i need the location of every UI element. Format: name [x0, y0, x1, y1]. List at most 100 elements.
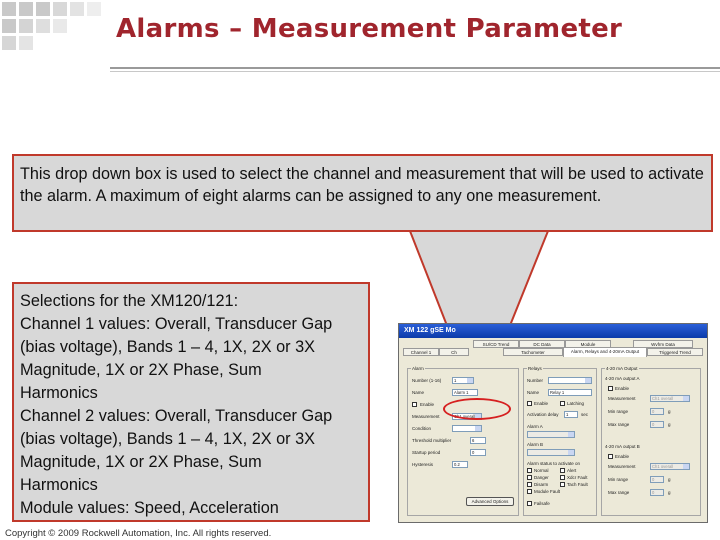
threshold-input[interactable]: 6	[470, 437, 486, 444]
relays-panel: Relays Number Name Relay 1 Enable Latchi…	[523, 366, 597, 516]
activation-delay-unit: sec	[581, 412, 589, 417]
status-danger-checkbox[interactable]	[527, 475, 532, 480]
threshold-label: Threshold multiplier	[412, 438, 452, 443]
failsafe-checkbox[interactable]	[527, 501, 532, 506]
output-panel: 4-20 mA Output 4-20 mA output A Enable M…	[601, 366, 701, 516]
alarm-b-select[interactable]	[527, 449, 575, 456]
alarm-enable-checkbox[interactable]	[412, 402, 417, 407]
output-b-min-range-input[interactable]: 0	[650, 476, 664, 483]
output-b-max-range-input[interactable]: 0	[650, 489, 664, 496]
latching-checkbox[interactable]	[560, 401, 565, 406]
output-a-min-unit: g	[668, 409, 671, 414]
output-a-measurement-label: Measurement	[608, 396, 636, 401]
failsafe-label: Failsafe	[534, 501, 550, 506]
condition-label: Condition	[412, 426, 432, 431]
output-b-min-unit: g	[668, 477, 671, 482]
output-a-max-range-label: Max range	[608, 422, 630, 427]
selections-line: Channel 1 values: Overall, Transducer Ga…	[20, 315, 333, 333]
status-disarm-label: Disarm	[534, 482, 549, 487]
selections-line: Selections for the XM120/121:	[20, 292, 239, 310]
alarm-number-label: Number (1-16)	[412, 378, 442, 383]
status-tach-fault-label: Tach Fault	[567, 482, 588, 487]
callout-selections: Selections for the XM120/121: Channel 1 …	[12, 282, 370, 522]
advanced-options-button[interactable]: Advanced Options	[466, 497, 514, 506]
selections-line: (bias voltage), Bands 1 – 4, 1X, 2X or 3…	[20, 430, 316, 448]
hysteresis-label: Hysteresis	[412, 462, 434, 467]
alarm-enable-label: Enable	[420, 402, 435, 407]
status-module-fault-label: Module Fault	[534, 489, 561, 494]
relay-number-label: Number	[527, 378, 544, 383]
alarm-panel: Alarm Number (1-16) 1 Name Alarm 1 Enabl…	[407, 366, 519, 516]
selections-line: Magnitude, 1X or 2X Phase, Sum	[20, 361, 262, 379]
output-group-label: 4-20 mA Output	[605, 366, 639, 371]
status-alert-checkbox[interactable]	[560, 468, 565, 473]
output-b-min-range-label: Min range	[608, 477, 629, 482]
alarm-a-label: Alarm A	[527, 424, 543, 429]
output-a-enable-label: Enable	[615, 386, 630, 391]
output-b-measurement-select[interactable]: Ch1 overall	[650, 463, 690, 470]
alarm-name-input[interactable]: Alarm 1	[452, 389, 478, 396]
status-module-fault-checkbox[interactable]	[527, 489, 532, 494]
selections-line: Channel 2 values: Overall, Transducer Ga…	[20, 407, 333, 425]
output-a-max-range-input[interactable]: 0	[650, 421, 664, 428]
alarm-status-group-label: Alarm status to activate on	[527, 461, 581, 466]
alarm-group-label: Alarm	[411, 366, 425, 371]
startup-input[interactable]: 0	[470, 449, 486, 456]
status-disarm-checkbox[interactable]	[527, 482, 532, 487]
hysteresis-input[interactable]: 0.2	[452, 461, 468, 468]
startup-label: Startup period	[412, 450, 441, 455]
alarm-b-label: Alarm B	[527, 442, 544, 447]
output-b-label: 4-20 mA output B	[605, 444, 640, 449]
relay-name-input[interactable]: Relay 1	[548, 389, 592, 396]
relay-name-label: Name	[527, 390, 540, 395]
selections-line: Harmonics	[20, 384, 98, 402]
relay-enable-checkbox[interactable]	[527, 401, 532, 406]
output-b-enable-checkbox[interactable]	[608, 454, 613, 459]
title-divider	[110, 67, 720, 69]
selections-line: (bias voltage), Bands 1 – 4, 1X, 2X or 3…	[20, 338, 316, 356]
output-b-max-unit: g	[668, 490, 671, 495]
selections-line: Magnitude, 1X or 2X Phase, Sum	[20, 453, 262, 471]
tab-channel-2[interactable]: Ch	[439, 348, 469, 356]
output-a-min-range-input[interactable]: 0	[650, 408, 664, 415]
output-b-enable-label: Enable	[615, 454, 630, 459]
tab-dc-data[interactable]: DC Data	[519, 340, 565, 348]
tab-bar: SU/CD Trend DC Data Module Wvfrm Data Ch…	[403, 340, 703, 360]
copyright-footer: Copyright © 2009 Rockwell Automation, In…	[5, 528, 272, 539]
selections-line: Module values: Speed, Acceleration	[20, 499, 279, 517]
output-b-max-range-label: Max range	[608, 490, 630, 495]
page-title: Alarms – Measurement Parameter	[116, 14, 623, 44]
latching-label: Latching	[567, 401, 585, 406]
condition-select[interactable]	[452, 425, 482, 432]
alarm-number-select[interactable]: 1	[452, 377, 474, 384]
alarm-a-select[interactable]	[527, 431, 575, 438]
relay-number-select[interactable]	[548, 377, 592, 384]
tab-triggered-trend[interactable]: Triggered Trend	[647, 348, 703, 356]
status-normal-label: Normal	[534, 468, 549, 473]
output-a-enable-checkbox[interactable]	[608, 386, 613, 391]
relay-enable-label: Enable	[534, 401, 549, 406]
selections-line: Harmonics	[20, 476, 98, 494]
activation-delay-input[interactable]: 1	[564, 411, 578, 418]
callout-description: This drop down box is used to select the…	[12, 154, 713, 232]
output-a-measurement-select[interactable]: Ch1 overall	[650, 395, 690, 402]
config-window: XM 122 gSE Mo SU/CD Trend DC Data Module…	[398, 323, 708, 523]
status-tach-fault-checkbox[interactable]	[560, 482, 565, 487]
output-a-label: 4-20 mA output A	[605, 376, 640, 381]
status-alert-label: Alert	[567, 468, 577, 473]
tab-su-cd-trend[interactable]: SU/CD Trend	[473, 340, 519, 348]
relays-group-label: Relays	[527, 366, 543, 371]
window-title: XM 122 gSE Mo	[399, 324, 707, 338]
status-danger-label: Danger	[534, 475, 549, 480]
activation-delay-label: Activation delay	[527, 412, 559, 417]
output-a-max-unit: g	[668, 422, 671, 427]
tab-channel-1[interactable]: Channel 1	[403, 348, 439, 356]
tab-alarm-relays-output[interactable]: Alarm, Relays and 4-20mA Output	[563, 347, 647, 357]
measurement-label: Measurement	[412, 414, 440, 419]
tab-tachometer[interactable]: Tachometer	[503, 348, 563, 356]
alarm-name-label: Name	[412, 390, 425, 395]
status-normal-checkbox[interactable]	[527, 468, 532, 473]
output-a-min-range-label: Min range	[608, 409, 629, 414]
status-xdcr-fault-checkbox[interactable]	[560, 475, 565, 480]
status-xdcr-fault-label: Xdcr Fault	[567, 475, 588, 480]
